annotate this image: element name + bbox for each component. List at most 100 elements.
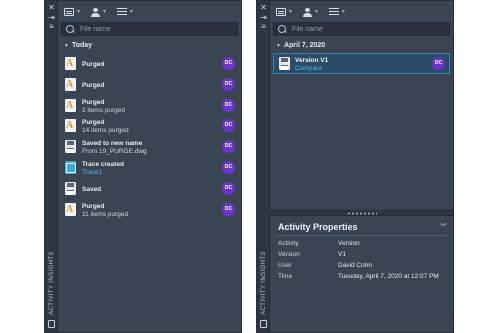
properties-icon[interactable]: ≡ (47, 22, 56, 31)
group-header-today[interactable]: ▼ Today (64, 42, 92, 49)
item-title: Purged (82, 98, 105, 106)
user-icon (302, 7, 312, 17)
property-value: Version (338, 240, 360, 247)
search-box (61, 22, 238, 36)
user-filter-button[interactable]: ▼ (301, 6, 321, 18)
search-box (273, 22, 450, 36)
item-subtitle: From 19_PURGE.dwg (82, 148, 147, 156)
list-item[interactable]: Purged 14 items purged DC (58, 116, 241, 137)
collapse-triangle-icon: ▼ (64, 42, 69, 49)
item-subtitle: 2 items purged (82, 106, 125, 114)
property-row: Time Tuesday, April 7, 2020 at 12:07 PM (278, 273, 449, 283)
property-key: User (278, 262, 292, 269)
collapse-triangle-icon: ▼ (276, 42, 281, 49)
trace-icon (65, 160, 76, 174)
property-row: Version V1 (278, 251, 449, 261)
dwg-file-icon (65, 57, 76, 70)
view-filter-button[interactable]: ▼ (62, 6, 83, 18)
user-avatar-badge: DC (222, 140, 235, 154)
item-title: Version V1 (295, 57, 329, 64)
item-title: Purged (82, 81, 105, 89)
chevron-down-icon: ▼ (128, 9, 134, 15)
list-item[interactable]: Purged 11 items purged DC (58, 200, 241, 221)
activity-insights-panel-left: ✕ ⇥ ≡ ACTIVITY INSIGHTS ▼ ▼ ▼ ▼ T (44, 0, 242, 333)
save-icon (65, 140, 76, 154)
user-filter-button[interactable]: ▼ (89, 6, 109, 18)
close-icon[interactable]: ✕ (259, 3, 268, 12)
grip-dots-icon (346, 212, 377, 215)
property-row: Activity Version (278, 240, 449, 250)
item-subtitle: 14 items purged (82, 127, 129, 135)
palette-icon (260, 320, 267, 328)
palette-title: ACTIVITY INSIGHTS (261, 251, 267, 315)
filter-icon (276, 8, 286, 16)
trace-link[interactable]: Trace1 (82, 169, 102, 176)
list-item[interactable]: Purged 2 items purged DC (58, 96, 241, 117)
user-avatar-badge: DC (222, 119, 235, 133)
activity-properties-panel: Activity Properties ︾ Activity Version V… (270, 216, 453, 332)
search-input[interactable] (292, 25, 412, 33)
palette-title: ACTIVITY INSIGHTS (49, 251, 55, 315)
search-icon (278, 24, 287, 34)
item-title: Purged (82, 119, 105, 127)
property-key: Version (278, 251, 300, 258)
activity-list: Purged DC Purged DC Purged 2 items purge… (58, 54, 241, 220)
close-icon[interactable]: ✕ (47, 3, 56, 12)
selected-version-item[interactable]: Version V1 Compare DC (273, 53, 450, 74)
chevron-down-icon: ▼ (101, 9, 107, 15)
list-icon (328, 8, 339, 16)
user-avatar-badge: DC (222, 98, 235, 112)
user-avatar-badge: DC (222, 181, 235, 195)
compare-link[interactable]: Compare (295, 65, 322, 72)
list-icon (116, 8, 127, 16)
divider (276, 235, 447, 236)
activity-insights-panel-right: ✕ ⇥ ≡ ACTIVITY INSIGHTS ▼ ▼ ▼ ▼ A (256, 0, 454, 333)
properties-icon[interactable]: ≡ (259, 22, 268, 31)
user-icon (90, 7, 100, 17)
dwg-file-icon (65, 119, 76, 133)
item-title: Trace created (82, 160, 124, 168)
user-avatar-badge: DC (222, 202, 235, 216)
search-icon (66, 24, 75, 34)
chevron-down-icon: ▼ (313, 9, 319, 15)
toolbar: ▼ ▼ ▼ (274, 5, 348, 19)
save-icon (279, 57, 290, 70)
group-label: April 7, 2020 (283, 42, 326, 49)
list-item[interactable]: Purged DC (58, 54, 241, 75)
dwg-file-icon (65, 77, 76, 91)
item-title: Saved (82, 185, 102, 193)
item-title: Purged (82, 61, 105, 68)
chevron-down-icon: ▼ (76, 9, 81, 15)
palette-title-bar[interactable]: ✕ ⇥ ≡ ACTIVITY INSIGHTS (45, 1, 58, 332)
autohide-icon[interactable]: ⇥ (259, 13, 268, 22)
dwg-file-icon (65, 98, 76, 112)
user-avatar-badge: DC (222, 160, 235, 174)
list-options-button[interactable]: ▼ (115, 6, 136, 18)
toolbar: ▼ ▼ ▼ (62, 5, 136, 19)
item-title: Saved to new name (82, 140, 143, 148)
property-key: Activity (278, 240, 299, 247)
list-item[interactable]: Saved to new name From 19_PURGE.dwg DC (58, 137, 241, 158)
property-value: V1 (338, 251, 346, 258)
item-subtitle: 11 items purged (82, 210, 129, 218)
filter-icon (64, 8, 74, 16)
item-title: Purged (82, 202, 105, 210)
palette-title-bar[interactable]: ✕ ⇥ ≡ ACTIVITY INSIGHTS (257, 1, 270, 332)
search-input[interactable] (80, 25, 200, 33)
list-item[interactable]: Purged DC (58, 75, 241, 96)
property-key: Time (278, 273, 293, 280)
chevron-down-icon: ▼ (288, 9, 293, 15)
group-header-date[interactable]: ▼ April 7, 2020 (276, 42, 325, 49)
autohide-icon[interactable]: ⇥ (47, 13, 56, 22)
property-value: Tuesday, April 7, 2020 at 12:07 PM (338, 273, 439, 280)
collapse-chevrons-icon[interactable]: ︾ (440, 222, 447, 232)
properties-title: Activity Properties (278, 222, 358, 232)
list-item[interactable]: Saved DC (58, 179, 241, 200)
user-avatar-badge: DC (432, 57, 445, 70)
property-value: David Cohn (338, 262, 372, 269)
view-filter-button[interactable]: ▼ (274, 6, 295, 18)
group-label: Today (71, 42, 93, 49)
user-avatar-badge: DC (222, 77, 235, 91)
list-item[interactable]: Trace created Trace1 DC (58, 158, 241, 179)
list-options-button[interactable]: ▼ (327, 6, 348, 18)
